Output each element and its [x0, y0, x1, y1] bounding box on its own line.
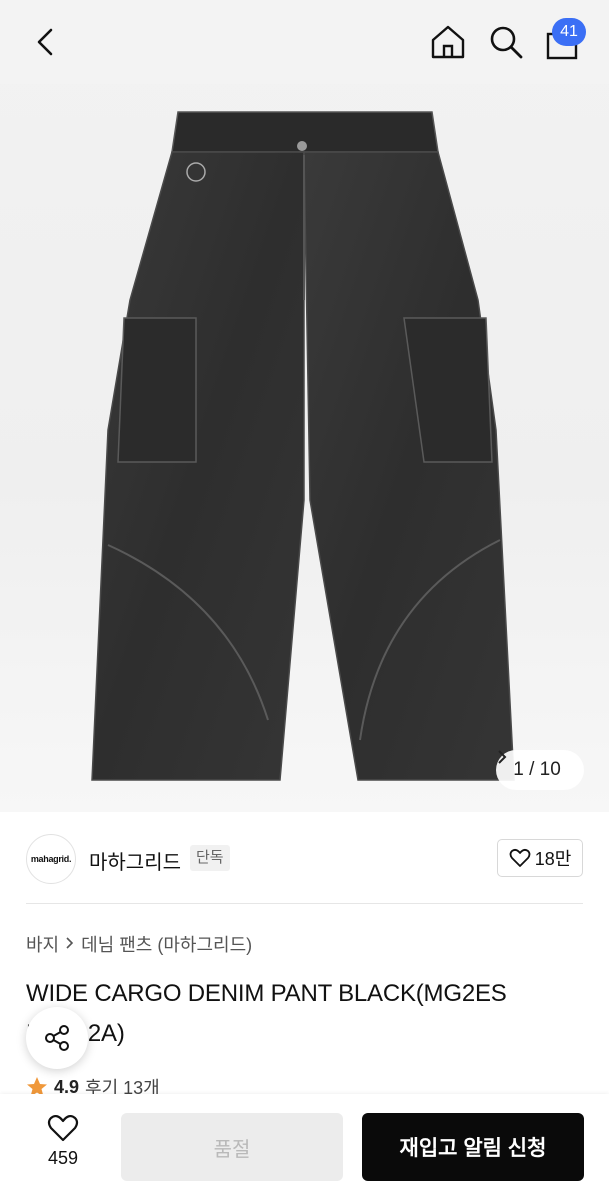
- brand-logo-text: mahagrid.: [30, 854, 72, 864]
- restock-notification-button[interactable]: 재입고 알림 신청: [362, 1113, 584, 1181]
- bottom-action-bar: 459 품절 재입고 알림 신청: [0, 1094, 609, 1200]
- brand-logo[interactable]: mahagrid.: [26, 834, 76, 884]
- share-button[interactable]: [26, 1007, 88, 1069]
- breadcrumb-category[interactable]: 바지: [26, 931, 59, 957]
- image-counter-text: 1 / 10: [513, 759, 561, 780]
- chevron-right-icon: [65, 934, 75, 955]
- share-icon: [45, 1025, 69, 1051]
- back-button[interactable]: [26, 22, 66, 62]
- back-arrow-icon: [37, 28, 53, 56]
- breadcrumb-subcategory[interactable]: 데님 팬츠 (마하그리드): [81, 931, 252, 957]
- exclusive-badge: 단독: [190, 845, 230, 871]
- divider: [26, 903, 583, 904]
- image-counter[interactable]: 1 / 10: [496, 750, 584, 790]
- home-button[interactable]: [426, 20, 470, 64]
- product-title: WIDE CARGO DENIM PANT BLACK(MG2ES MP512A…: [26, 980, 507, 1047]
- cart-count-badge: 41: [552, 18, 586, 46]
- home-icon: [431, 25, 465, 59]
- wishlist-button[interactable]: 459: [30, 1114, 96, 1184]
- brand-row: mahagrid. 마하그리드 단독 18만: [0, 832, 609, 884]
- brand-like-count: 18만: [534, 849, 572, 869]
- denim-pants-illustration: [91, 111, 515, 781]
- heart-icon: [47, 1114, 79, 1142]
- heart-icon: [509, 848, 531, 867]
- breadcrumb: 바지 데님 팬츠 (마하그리드): [26, 931, 252, 957]
- top-navigation-bar: 41: [0, 0, 609, 84]
- brand-name[interactable]: 마하그리드: [89, 846, 181, 875]
- search-button[interactable]: [484, 20, 528, 64]
- search-icon: [490, 26, 523, 59]
- product-image[interactable]: 1 / 10: [0, 0, 609, 812]
- soldout-button[interactable]: 품절: [121, 1113, 343, 1181]
- brand-like-button[interactable]: 18만: [497, 839, 583, 877]
- wishlist-count: 459: [47, 1148, 79, 1168]
